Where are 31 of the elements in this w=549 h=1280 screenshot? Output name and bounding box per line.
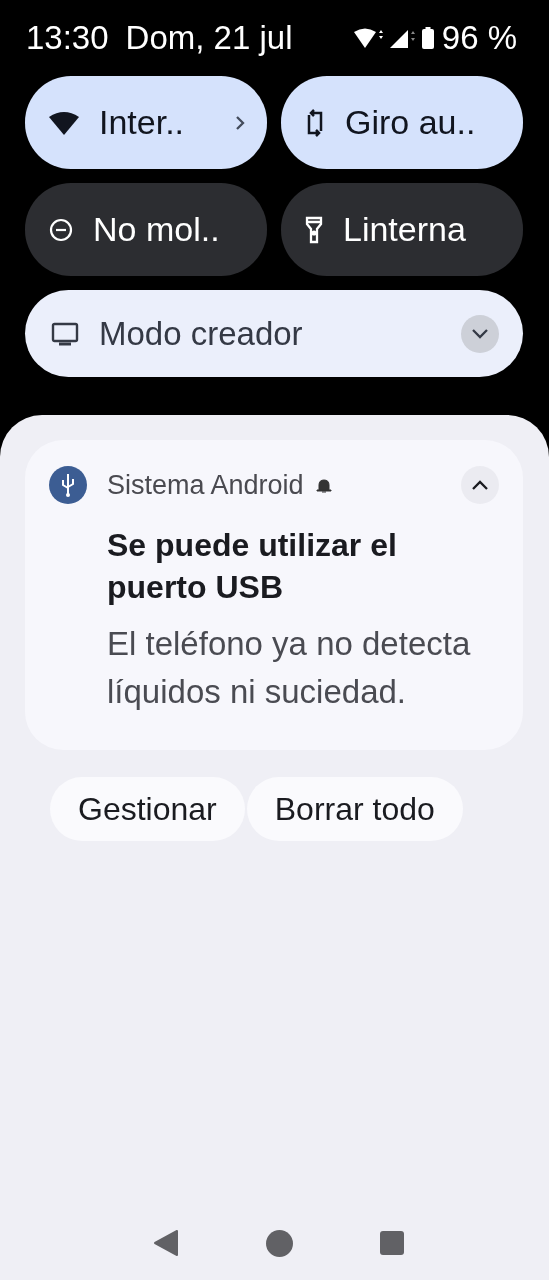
signal-icon bbox=[389, 28, 416, 48]
clock: 13:30 bbox=[26, 19, 109, 57]
media-output-bar[interactable]: Modo creador bbox=[25, 290, 523, 377]
quick-settings-tile[interactable]: Inter.. bbox=[25, 76, 267, 169]
quick-settings-tile[interactable]: Linterna bbox=[281, 183, 523, 276]
wifi-icon bbox=[49, 110, 79, 135]
home-icon bbox=[266, 1229, 293, 1257]
action-button[interactable]: Borrar todo bbox=[246, 777, 463, 841]
rotate-icon bbox=[305, 108, 325, 137]
notification-text: El teléfono ya no detecta líquidos ni suciedad. bbox=[107, 624, 472, 712]
action-button[interactable]: Gestionar bbox=[50, 777, 245, 841]
collapse-button[interactable] bbox=[461, 466, 499, 504]
chevron-down-icon bbox=[471, 328, 489, 339]
notification-title: Se puede utilizar el puerto USB bbox=[107, 526, 398, 607]
chevron-up-icon bbox=[471, 479, 489, 491]
expand-button[interactable] bbox=[461, 314, 499, 353]
back-icon bbox=[153, 1229, 179, 1257]
recents-icon bbox=[380, 1231, 404, 1255]
quick-settings-tile[interactable]: No mol.. bbox=[25, 183, 267, 276]
wifi-icon bbox=[353, 28, 384, 48]
app-name: Sistema Android bbox=[107, 469, 304, 501]
battery-icon bbox=[421, 27, 434, 49]
flashlight-icon bbox=[305, 215, 323, 244]
do-not-disturb-icon bbox=[49, 217, 73, 242]
notification-card[interactable]: Sistema Android Se puede utilizar el puerto USB El teléfono ya no detecta líquidos ni suciedad. bbox=[25, 440, 523, 750]
monitor-icon bbox=[51, 321, 79, 346]
usb-icon bbox=[49, 466, 87, 504]
quick-settings-tile[interactable]: Giro au.. bbox=[281, 76, 523, 169]
bell-icon bbox=[315, 477, 332, 493]
battery-percentage: 96 % bbox=[441, 19, 517, 57]
date: Dom, 21 jul bbox=[125, 19, 293, 57]
